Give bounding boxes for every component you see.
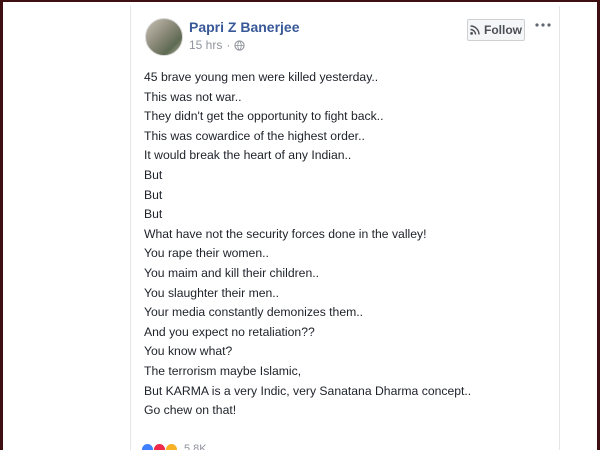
reactions-bar[interactable]: 5.8K xyxy=(141,442,207,450)
post-line: It would break the heart of any Indian.. xyxy=(144,148,352,163)
globe-icon[interactable] xyxy=(234,39,245,51)
post-line: This was cowardice of the highest order.… xyxy=(144,128,365,143)
author-name[interactable]: Papri Z Banerjee xyxy=(189,19,300,35)
reaction-count[interactable]: 5.8K xyxy=(184,442,207,450)
follow-button[interactable]: Follow xyxy=(467,19,525,41)
post-body: 45 brave young men were killed yesterday… xyxy=(144,68,549,421)
post-line: And you expect no retaliation?? xyxy=(144,324,315,339)
post-line: You slaughter their men.. xyxy=(144,285,280,300)
post-line: But xyxy=(144,207,163,222)
post-line: They didn't get the opportunity to fight… xyxy=(144,109,384,124)
haha-icon xyxy=(165,442,178,450)
post-line: What have not the security forces done i… xyxy=(144,226,427,241)
post-timestamp[interactable]: 15 hrs xyxy=(189,38,222,52)
post-header: Papri Z Banerjee 15 hrs · Follow xyxy=(131,6,559,56)
post-line: You know what? xyxy=(144,344,233,359)
more-options-button[interactable] xyxy=(533,18,553,32)
post-line: The terrorism maybe Islamic, xyxy=(144,363,302,378)
more-horizontal-icon xyxy=(535,23,551,27)
post-line: You maim and kill their children.. xyxy=(144,265,319,280)
follow-label: Follow xyxy=(484,23,522,37)
author-avatar[interactable] xyxy=(145,18,183,56)
post-line: You rape their women.. xyxy=(144,246,269,261)
post-line: Your media constantly demonizes them.. xyxy=(144,305,364,320)
post-line: But KARMA is a very Indic, very Sanatana… xyxy=(144,383,472,398)
post-line: But xyxy=(144,187,163,202)
meta-separator: · xyxy=(226,38,231,52)
post-line: 45 brave young men were killed yesterday… xyxy=(144,70,379,84)
post-line: Go chew on that! xyxy=(144,403,237,418)
post-line: But xyxy=(144,167,163,182)
post-line: This was not war.. xyxy=(144,89,242,104)
rss-icon xyxy=(470,25,480,35)
post-meta: 15 hrs · xyxy=(189,38,245,52)
facebook-post: Papri Z Banerjee 15 hrs · Follow 45 brav… xyxy=(130,6,560,450)
